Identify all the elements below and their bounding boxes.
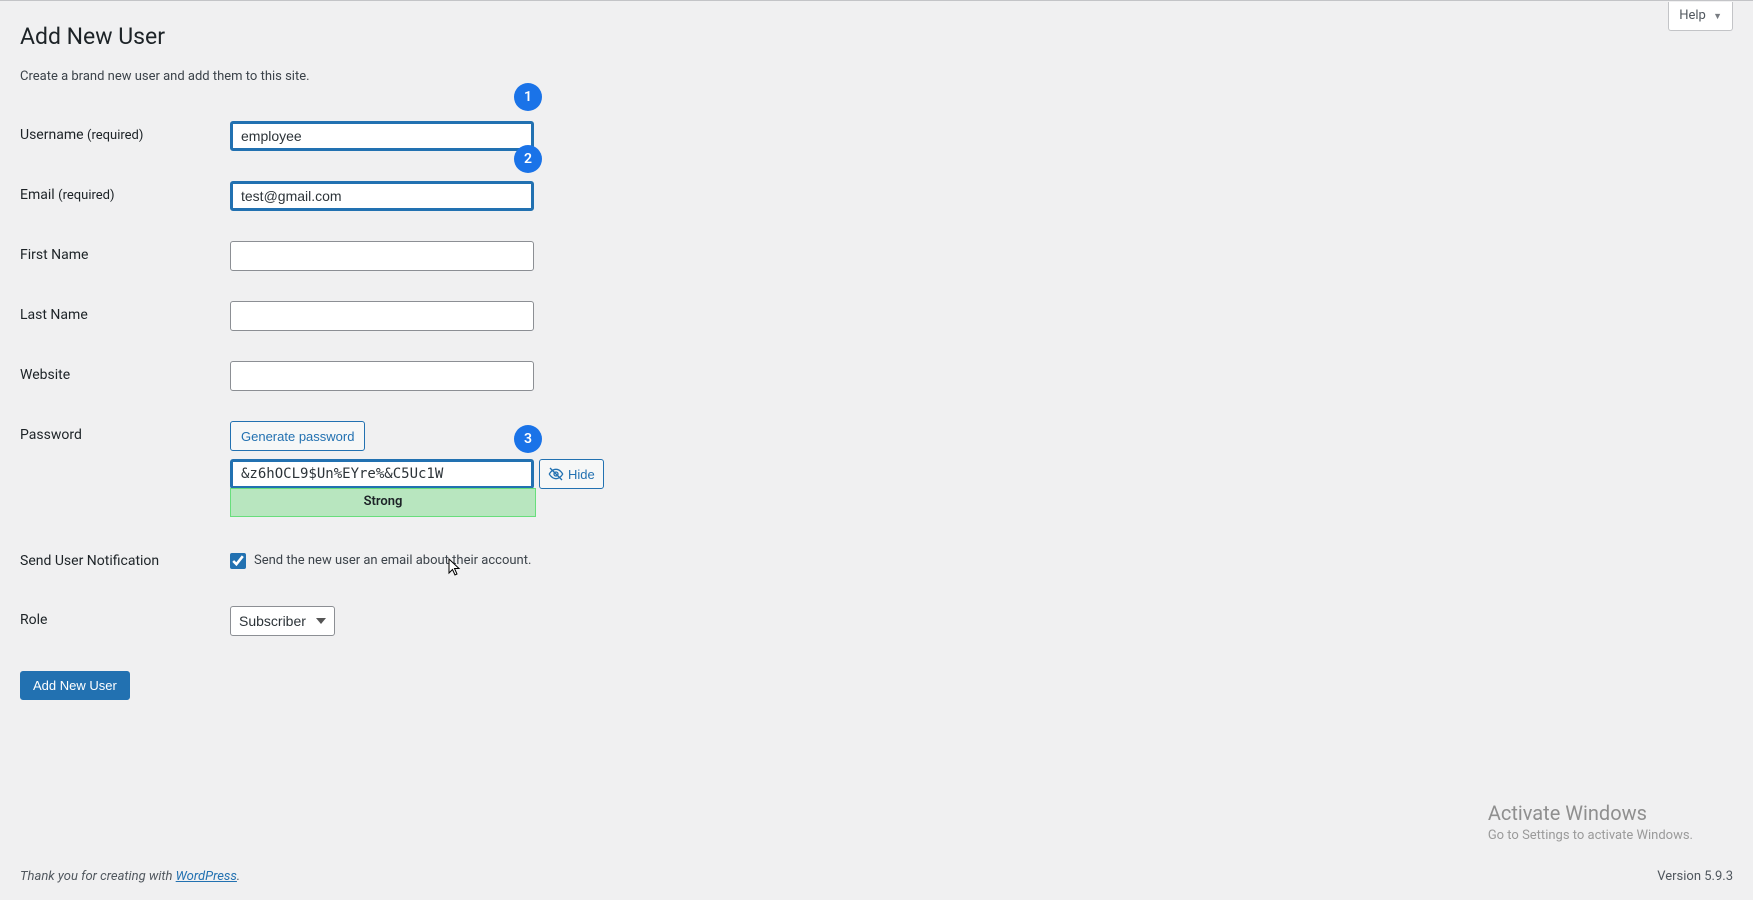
password-strength: Strong <box>230 488 536 516</box>
annotation-badge-2: 2 <box>514 145 542 173</box>
page-description: Create a brand new user and add them to … <box>20 68 1733 86</box>
email-required: (required) <box>58 188 114 203</box>
watermark-title: Activate Windows <box>1488 799 1693 827</box>
username-required: (required) <box>87 128 143 143</box>
notification-label: Send User Notification <box>20 532 220 592</box>
footer-credit: Thank you for creating with WordPress. <box>20 868 240 886</box>
email-label: Email <box>20 187 55 203</box>
email-input[interactable] <box>230 181 534 211</box>
hide-password-label: Hide <box>568 467 595 482</box>
annotation-badge-3: 3 <box>514 425 542 453</box>
annotation-badge-1: 1 <box>514 83 542 111</box>
website-input[interactable] <box>230 361 534 391</box>
lastname-input[interactable] <box>230 301 534 331</box>
role-select[interactable]: Subscriber <box>230 606 335 636</box>
add-new-user-button[interactable]: Add New User <box>20 671 130 700</box>
website-label: Website <box>20 346 220 406</box>
page-title: Add New User <box>20 21 1733 53</box>
firstname-label: First Name <box>20 226 220 286</box>
windows-watermark: Activate Windows Go to Settings to activ… <box>1488 799 1693 845</box>
firstname-input[interactable] <box>230 241 534 271</box>
watermark-subtitle: Go to Settings to activate Windows. <box>1488 827 1693 845</box>
notification-checkbox[interactable] <box>230 553 246 569</box>
generate-password-button[interactable]: Generate password <box>230 421 365 451</box>
eye-off-icon <box>548 466 564 482</box>
chevron-down-icon: ▼ <box>1713 11 1722 24</box>
username-label: Username <box>20 127 84 143</box>
wordpress-link[interactable]: WordPress <box>176 869 237 884</box>
help-tab[interactable]: Help ▼ <box>1668 2 1733 31</box>
lastname-label: Last Name <box>20 286 220 346</box>
password-input[interactable] <box>230 459 534 489</box>
help-label: Help <box>1679 8 1706 23</box>
username-input[interactable] <box>230 121 534 151</box>
password-label: Password <box>20 406 220 531</box>
footer-version: Version 5.9.3 <box>1657 868 1733 886</box>
hide-password-button[interactable]: Hide <box>539 459 604 489</box>
notification-text: Send the new user an email about their a… <box>254 552 531 570</box>
role-label: Role <box>20 591 220 651</box>
